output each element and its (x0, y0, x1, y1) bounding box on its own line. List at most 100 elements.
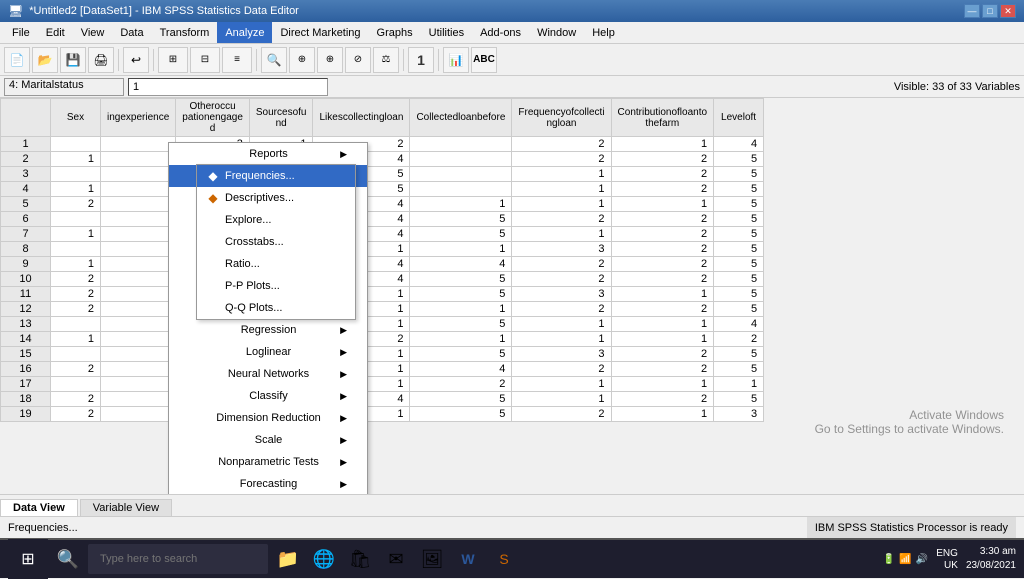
descriptive-statistics-submenu[interactable]: ◆Frequencies...◆Descriptives... Explore..… (196, 164, 356, 320)
split-file-button[interactable]: ⊘ (345, 47, 371, 73)
analyze-menu-item-regression[interactable]: Regression▶ (169, 319, 367, 341)
taskbar-search-input[interactable] (88, 544, 268, 574)
menu-file[interactable]: File (4, 22, 38, 43)
weight-cases-button[interactable]: ⚖ (373, 47, 399, 73)
cell-ing (101, 317, 176, 332)
value-labels-button[interactable]: 1 (408, 47, 434, 73)
desc-submenu-item-ratio---[interactable]: Ratio... (197, 253, 355, 275)
cell-contrib: 1 (611, 317, 714, 332)
table-row[interactable]: 2 1 1 1 4 2 2 5 (1, 152, 764, 167)
menu-edit[interactable]: Edit (38, 22, 73, 43)
maximize-button[interactable]: □ (982, 4, 998, 18)
insert-cases-button[interactable]: ⊕ (289, 47, 315, 73)
insert-var-button[interactable]: ⊕ (317, 47, 343, 73)
cell-level: 5 (714, 257, 764, 272)
tab-data-view[interactable]: Data View (0, 499, 78, 516)
undo-button[interactable]: ↩ (123, 47, 149, 73)
cell-collected: 1 (410, 332, 512, 347)
submenu-item-label: P-P Plots... (225, 280, 280, 292)
row-number: 16 (1, 362, 51, 377)
analyze-menu-item-dimension-reduction[interactable]: Dimension Reduction▶ (169, 407, 367, 429)
table-row[interactable]: 10 2 1 1 4 5 2 2 5 (1, 272, 764, 287)
abc-button[interactable]: ABC (471, 47, 497, 73)
table-row[interactable]: 17 1 1 1 2 1 1 1 (1, 377, 764, 392)
cell-sex: 2 (51, 407, 101, 422)
table-row[interactable]: 5 2 4 1 4 1 1 1 5 (1, 197, 764, 212)
table-row[interactable]: 1 3 1 2 2 1 4 (1, 137, 764, 152)
desc-submenu-item-explore---[interactable]: Explore... (197, 209, 355, 231)
chart-button[interactable]: 📊 (443, 47, 469, 73)
cell-freq: 1 (512, 167, 611, 182)
table-row[interactable]: 19 2 4 4 1 5 2 1 3 (1, 407, 764, 422)
desc-submenu-item-descriptives---[interactable]: ◆Descriptives... (197, 187, 355, 209)
save-button[interactable]: 💾 (60, 47, 86, 73)
cell-sex (51, 377, 101, 392)
cell-contrib: 2 (611, 392, 714, 407)
taskbar-photos-icon[interactable]: 🖼 (416, 543, 448, 575)
table-row[interactable]: 16 2 2 1 1 4 2 2 5 (1, 362, 764, 377)
close-button[interactable]: ✕ (1000, 4, 1016, 18)
analyze-menu-item-reports[interactable]: Reports▶ (169, 143, 367, 165)
taskbar-word-icon[interactable]: W (452, 543, 484, 575)
taskbar-file-explorer-icon[interactable]: 📁 (272, 543, 304, 575)
print-button[interactable]: 🖨 (88, 47, 114, 73)
desc-submenu-item-q-q-plots---[interactable]: Q-Q Plots... (197, 297, 355, 319)
analyze-menu-item-scale[interactable]: Scale▶ (169, 429, 367, 451)
goto-var-button[interactable]: ⊞ (158, 47, 188, 73)
desc-submenu-item-crosstabs---[interactable]: Crosstabs... (197, 231, 355, 253)
variable-name-field[interactable]: 4: Maritalstatus (4, 78, 124, 96)
menu-window[interactable]: Window (529, 22, 584, 43)
table-row[interactable]: 7 1 3 2 4 5 1 2 5 (1, 227, 764, 242)
cell-sex: 2 (51, 287, 101, 302)
submenu-arrow: ▶ (340, 457, 347, 468)
row-number: 7 (1, 227, 51, 242)
desc-submenu-item-frequencies---[interactable]: ◆Frequencies... (197, 165, 355, 187)
table-row[interactable]: 3 1 4 5 1 2 5 (1, 167, 764, 182)
menu-graphs[interactable]: Graphs (369, 22, 421, 43)
open-button[interactable]: 📂 (32, 47, 58, 73)
table-row[interactable]: 8 1 1 1 1 3 2 5 (1, 242, 764, 257)
table-row[interactable]: 9 1 4 2 4 4 2 2 5 (1, 257, 764, 272)
menu-addons[interactable]: Add-ons (472, 22, 529, 43)
menu-transform[interactable]: Transform (152, 22, 218, 43)
table-row[interactable]: 4 1 1 4 5 1 2 5 (1, 182, 764, 197)
taskbar-spss-icon[interactable]: S (488, 543, 520, 575)
variables-button[interactable]: ≡ (222, 47, 252, 73)
analyze-menu-item-loglinear[interactable]: Loglinear▶ (169, 341, 367, 363)
table-row[interactable]: 15 1 2 1 5 3 2 5 (1, 347, 764, 362)
menu-analyze[interactable]: Analyze (217, 22, 272, 43)
submenu-item-label: Explore... (225, 214, 271, 226)
cell-sex: 1 (51, 332, 101, 347)
goto-case-button[interactable]: ⊟ (190, 47, 220, 73)
table-row[interactable]: 11 2 1 1 1 5 3 1 5 (1, 287, 764, 302)
cell-ing (101, 302, 176, 317)
taskbar-store-icon[interactable]: 🛍 (344, 543, 376, 575)
col-header-likes: Likescollectingloan (313, 99, 410, 137)
menu-direct-marketing[interactable]: Direct Marketing (272, 22, 368, 43)
menu-utilities[interactable]: Utilities (421, 22, 472, 43)
row-number: 17 (1, 377, 51, 392)
find-button[interactable]: 🔍 (261, 47, 287, 73)
table-row[interactable]: 6 3 1 4 5 2 2 5 (1, 212, 764, 227)
table-row[interactable]: 14 1 3 1 2 1 1 1 2 (1, 332, 764, 347)
start-button[interactable]: ⊞ (8, 539, 48, 579)
toolbar-separator-5 (438, 49, 439, 71)
analyze-menu-item-forecasting[interactable]: Forecasting▶ (169, 473, 367, 494)
desc-submenu-item-p-p-plots---[interactable]: P-P Plots... (197, 275, 355, 297)
cell-freq: 2 (512, 212, 611, 227)
cell-contrib: 1 (611, 197, 714, 212)
taskbar-edge-icon[interactable]: 🌐 (308, 543, 340, 575)
taskbar-mail-icon[interactable]: ✉ (380, 543, 412, 575)
menu-view[interactable]: View (73, 22, 113, 43)
table-row[interactable]: 18 2 3 1 4 5 1 2 5 (1, 392, 764, 407)
table-row[interactable]: 13 1 1 1 5 1 1 4 (1, 317, 764, 332)
minimize-button[interactable]: — (964, 4, 980, 18)
menu-data[interactable]: Data (112, 22, 151, 43)
tab-variable-view[interactable]: Variable View (80, 499, 172, 516)
menu-help[interactable]: Help (584, 22, 623, 43)
new-file-button[interactable]: 📄 (4, 47, 30, 73)
table-row[interactable]: 12 2 4 1 1 1 2 2 5 (1, 302, 764, 317)
analyze-menu-item-neural-networks[interactable]: Neural Networks▶ (169, 363, 367, 385)
analyze-menu-item-classify[interactable]: Classify▶ (169, 385, 367, 407)
analyze-menu-item-nonparametric-tests[interactable]: Nonparametric Tests▶ (169, 451, 367, 473)
